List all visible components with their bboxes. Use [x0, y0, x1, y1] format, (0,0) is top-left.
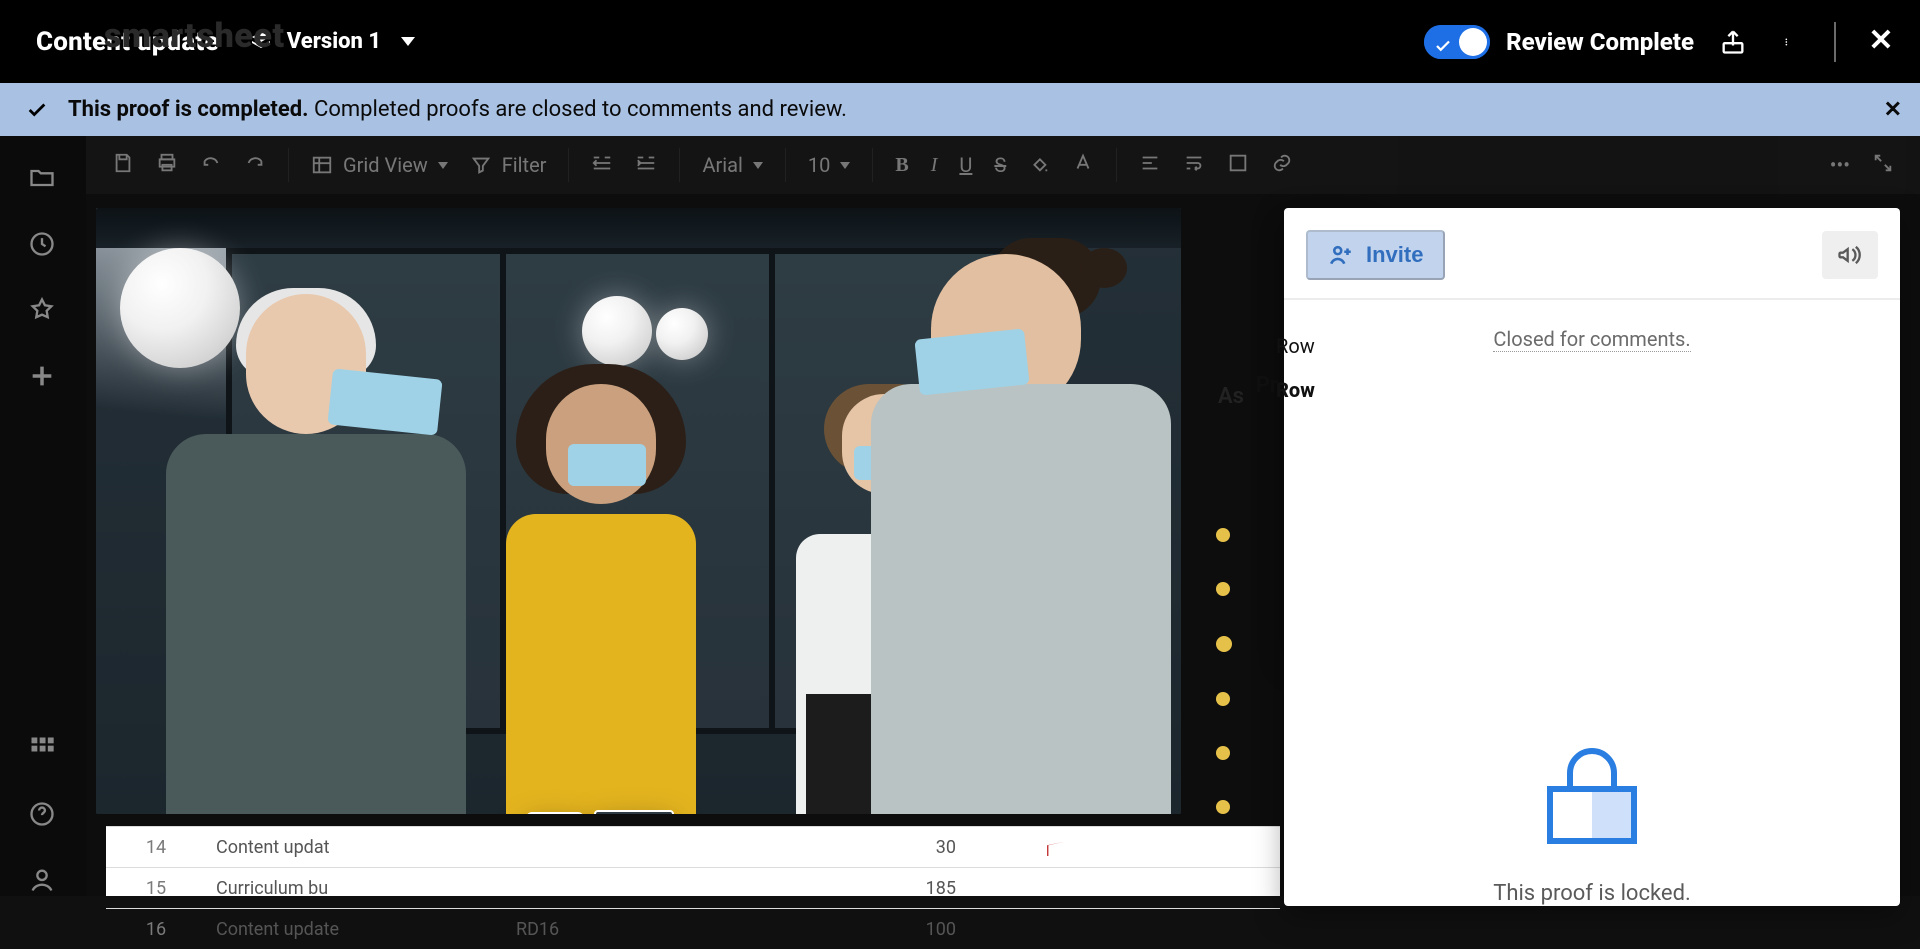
close-button[interactable]: ✕ [1864, 24, 1898, 58]
review-complete-toggle[interactable]: Review Complete [1424, 25, 1694, 59]
row-name: Curriculum bu [206, 878, 516, 899]
banner-close-button[interactable]: ✕ [1884, 97, 1902, 122]
version-selector[interactable]: Version 1 [249, 29, 415, 54]
bold-icon[interactable]: B [895, 154, 908, 177]
font-size-label: 10 [808, 153, 830, 177]
left-rail [0, 136, 86, 896]
invite-button[interactable]: Invite [1306, 230, 1445, 280]
proof-image [96, 208, 1181, 814]
underline-icon[interactable]: U [959, 153, 972, 177]
undo-icon[interactable] [200, 152, 222, 179]
row-value: 185 [676, 878, 996, 899]
textcolor-icon[interactable] [1072, 152, 1094, 179]
table-row: 15 Curriculum bu 185 [106, 867, 1280, 908]
row-header-peek: Row Row [1276, 334, 1315, 422]
toggle-knob [1459, 28, 1487, 56]
outdent-icon[interactable] [591, 152, 613, 179]
favorites-icon[interactable] [28, 296, 58, 326]
col-header-peek-as: As [1218, 384, 1244, 409]
locked-state: This proof is locked. [1493, 733, 1691, 906]
invite-label: Invite [1366, 242, 1423, 268]
locked-text: This proof is locked. [1493, 881, 1691, 906]
thumbnail[interactable] [594, 810, 674, 814]
row-name: Content update [206, 919, 516, 940]
separator [1834, 22, 1836, 62]
flag-icon [1047, 838, 1065, 856]
row-col3: RD16 [516, 919, 676, 940]
row-number: 16 [106, 919, 206, 940]
table-row: 14 Content updat 30 [106, 826, 1280, 867]
version-label: Version 1 [287, 29, 381, 54]
apps-icon[interactable] [28, 734, 58, 764]
expand-icon[interactable] [1872, 152, 1894, 179]
caret-down-icon [753, 162, 763, 169]
font-label: Arial [702, 153, 742, 177]
caret-down-icon [438, 162, 448, 169]
fill-icon[interactable] [1028, 152, 1050, 179]
check-icon [1434, 33, 1452, 51]
add-icon[interactable] [28, 362, 58, 392]
more-menu-button[interactable] [1772, 25, 1806, 59]
view-label: Grid View [343, 153, 428, 177]
link-icon[interactable] [1271, 152, 1293, 179]
filter-button[interactable]: Filter [470, 153, 547, 177]
row-value: 100 [676, 919, 996, 940]
thumbnail-rail: + [526, 810, 674, 814]
view-selector[interactable]: Grid View [311, 153, 448, 177]
font-selector[interactable]: Arial [702, 153, 762, 177]
person-4 [871, 254, 1171, 814]
person-2 [506, 384, 696, 814]
sheet-toolbar: Grid View Filter Arial 10 B I U S [86, 136, 1920, 194]
toggle-switch[interactable] [1424, 25, 1490, 59]
caret-down-icon [840, 162, 850, 169]
save-icon[interactable] [112, 152, 134, 179]
status-dots [1216, 528, 1232, 814]
review-complete-label: Review Complete [1506, 28, 1694, 56]
proof-header: smartsheet Content update Version 1 Revi… [0, 0, 1920, 83]
row-value: 30 [676, 837, 996, 858]
row-number: 14 [106, 837, 206, 858]
wrap-icon[interactable] [1183, 152, 1205, 179]
banner-strong: This proof is completed. [68, 97, 309, 122]
proof-completed-banner: This proof is completed. Completed proof… [0, 83, 1920, 136]
caret-down-icon [401, 37, 415, 46]
print-icon[interactable] [156, 152, 178, 179]
feedback-button[interactable] [1822, 231, 1878, 279]
filter-label: Filter [502, 153, 547, 177]
banner-rest: Completed proofs are closed to comments … [314, 97, 847, 122]
account-icon[interactable] [28, 866, 58, 896]
grid-rows-peek: 14 Content updat 30 15 Curriculum bu 185… [106, 826, 1280, 896]
proof-image-viewer[interactable]: + [96, 208, 1181, 814]
table-row: 16 Content update RD16 100 [106, 908, 1280, 949]
row-number: 15 [106, 878, 206, 899]
row-name: Content updat [206, 837, 516, 858]
proof-title: Content update [36, 27, 219, 57]
strike-icon[interactable]: S [994, 153, 1006, 177]
align-icon[interactable] [1139, 152, 1161, 179]
recents-icon[interactable] [28, 230, 58, 260]
person-1 [166, 294, 466, 814]
help-icon[interactable] [28, 800, 58, 830]
overflow-icon[interactable]: ••• [1830, 153, 1850, 177]
share-button[interactable] [1716, 25, 1750, 59]
check-icon [26, 99, 48, 121]
comments-panel: Invite This proof is locked. Closed for … [1284, 208, 1900, 906]
format-icon[interactable] [1227, 152, 1249, 179]
col-header-peek-pr: Pr [1256, 373, 1278, 398]
add-page-button[interactable]: + [526, 812, 584, 814]
right-headers-peek: Pr [1256, 362, 1278, 408]
lock-icon [1532, 733, 1652, 853]
folder-icon[interactable] [28, 164, 58, 194]
font-size-selector[interactable]: 10 [808, 153, 850, 177]
italic-icon[interactable]: I [931, 154, 938, 177]
closed-for-comments-link: Closed for comments. [1493, 327, 1690, 352]
redo-icon[interactable] [244, 152, 266, 179]
indent-icon[interactable] [635, 152, 657, 179]
layers-icon [249, 30, 273, 54]
